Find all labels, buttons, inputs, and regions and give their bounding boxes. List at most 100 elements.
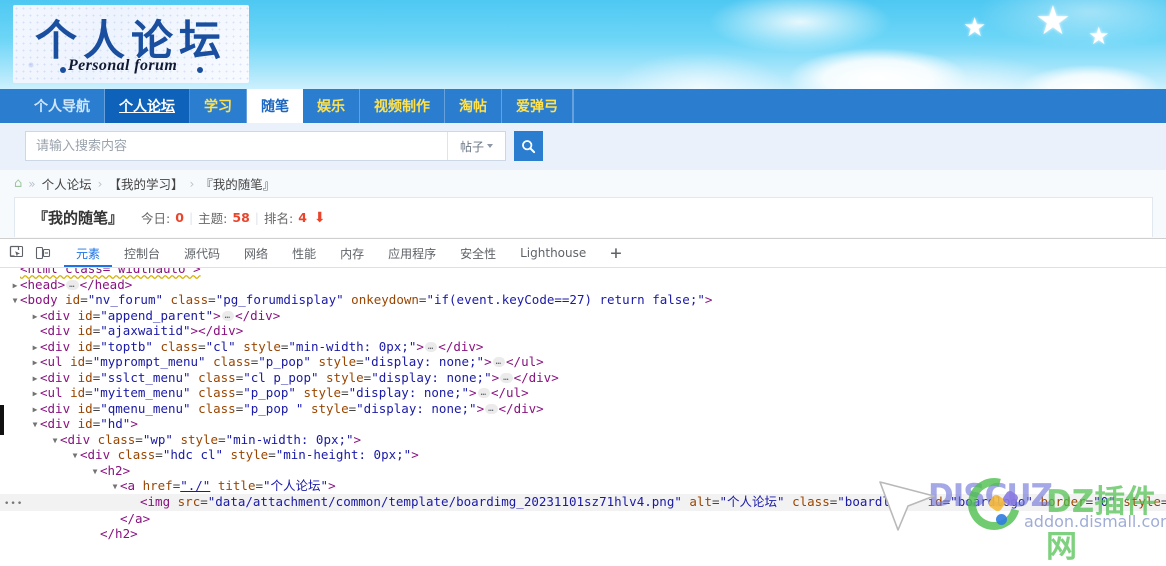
dom-node-myprompt-menu-text: <ul id="myprompt_menu" class="p_pop" sty… <box>40 354 492 369</box>
nav-item-taotie[interactable]: 淘帖 <box>445 89 502 123</box>
nav-item-shipinzhizuo[interactable]: 视频制作 <box>360 89 445 123</box>
ellipsis-badge[interactable]: … <box>485 403 498 414</box>
twisty-collapsed-icon[interactable]: ▶ <box>30 340 40 356</box>
main-navigation: 个人导航 个人论坛 学习 随笔 娱乐 视频制作 淘帖 爱弹弓 <box>0 89 1166 123</box>
dom-node-ajaxwaitid[interactable]: <div id="ajaxwaitid"></div> <box>0 323 1166 339</box>
twisty-collapsed-icon[interactable]: ▶ <box>30 402 40 418</box>
logo-dot-right <box>197 67 203 73</box>
ellipsis-badge[interactable]: … <box>492 357 506 367</box>
star-decoration: ★ <box>1088 23 1110 50</box>
tab-console[interactable]: 控制台 <box>112 239 172 267</box>
breadcrumb-item-category[interactable]: 【我的学习】 <box>108 174 183 193</box>
dom-node-head[interactable]: ▶ <head>… </head> <box>0 277 1166 293</box>
dom-node-append-parent[interactable]: ▶ <div id="append_parent">… </div> <box>0 308 1166 324</box>
twisty-collapsed-icon[interactable]: ▶ <box>30 371 40 387</box>
forum-title-bar: 『我的随笔』 今日: 0 | 主题: 58 | 排名: 4 ⬇ <box>14 197 1153 237</box>
dom-node-html[interactable]: <html class="widthauto"> <box>0 268 1166 277</box>
twisty-expanded-icon[interactable]: ▼ <box>10 293 20 309</box>
stat-divider: | <box>254 210 259 225</box>
twisty-collapsed-icon[interactable]: ▶ <box>30 386 40 402</box>
dom-node-qmenu-menu-close: </div> <box>498 400 544 416</box>
nav-item-gerendaohang[interactable]: 个人导航 <box>20 89 105 123</box>
tab-application[interactable]: 应用程序 <box>376 239 448 267</box>
dom-node-hdc-text: <div class="hdc cl" style="min-height: 0… <box>80 447 419 462</box>
site-logo[interactable]: 个人论坛 Personal forum <box>13 5 249 83</box>
forum-header-region: 『我的随笔』 今日: 0 | 主题: 58 | 排名: 4 ⬇ <box>0 197 1166 238</box>
nav-item-gerenluntan[interactable]: 个人论坛 <box>105 89 190 123</box>
dom-tree-scrollbar[interactable] <box>1159 268 1166 548</box>
star-decoration: ★ <box>1035 0 1071 43</box>
dom-node-myprompt-menu[interactable]: ▶ <ul id="myprompt_menu" class="p_pop" s… <box>0 354 1166 370</box>
twisty-expanded-icon[interactable]: ▼ <box>70 448 80 464</box>
twisty-expanded-icon[interactable]: ▼ <box>30 417 40 433</box>
dom-node-hdc[interactable]: ▼ <div class="hdc cl" style="min-height:… <box>0 447 1166 463</box>
tab-network[interactable]: 网络 <box>232 239 280 267</box>
ellipsis-badge[interactable]: … <box>477 388 490 398</box>
devtools-panel: 元素 控制台 源代码 网络 性能 内存 应用程序 安全性 Lighthouse … <box>0 238 1166 548</box>
stat-divider: | <box>188 210 194 225</box>
dom-node-h2-close-text: </h2> <box>100 526 138 541</box>
ellipsis-badge[interactable]: … <box>424 341 438 352</box>
home-icon[interactable]: ⌂ <box>14 176 22 191</box>
dom-node-myitem-menu[interactable]: ▶ <ul id="myitem_menu" class="p_pop" sty… <box>0 385 1166 401</box>
breadcrumb-item-current[interactable]: 『我的随笔』 <box>200 174 275 193</box>
dom-node-wp[interactable]: ▼ <div class="wp" style="min-width: 0px;… <box>0 432 1166 448</box>
nav-item-yule[interactable]: 娱乐 <box>303 89 360 123</box>
mouse-cursor-icon <box>879 481 935 531</box>
inspect-element-icon[interactable] <box>4 240 30 266</box>
dom-node-hd-text: <div id="hd"> <box>40 416 138 431</box>
down-arrow-icon: ⬇ <box>313 209 326 226</box>
ellipsis-badge[interactable]: … <box>66 279 79 290</box>
tab-elements[interactable]: 元素 <box>64 239 112 267</box>
device-toolbar-icon[interactable] <box>30 240 56 266</box>
search-input[interactable] <box>26 132 447 160</box>
dom-node-toptb-close: </div> <box>438 338 484 354</box>
stat-rank-label: 排名: <box>264 211 294 226</box>
dom-tree[interactable]: <html class="widthauto"> ▶ <head>… </head… <box>0 268 1166 548</box>
twisty-expanded-icon[interactable]: ▼ <box>90 464 100 480</box>
twisty-expanded-icon[interactable]: ▼ <box>50 433 60 449</box>
dom-node-anchor-close[interactable]: </a> <box>0 511 1166 527</box>
dom-node-qmenu-menu[interactable]: ▶ <div id="qmenu_menu" class="p_pop " st… <box>0 401 1166 417</box>
twisty-collapsed-icon[interactable]: ▶ <box>30 355 40 371</box>
dom-node-toptb[interactable]: ▶ <div id="toptb" class="cl" style="min-… <box>0 339 1166 355</box>
dom-node-myitem-menu-text: <ul id="myitem_menu" class="p_pop" style… <box>40 385 477 400</box>
ellipsis-badge[interactable]: … <box>500 372 513 383</box>
ellipsis-badge[interactable]: … <box>221 310 235 321</box>
twisty-collapsed-icon[interactable]: ▶ <box>30 309 40 325</box>
dom-node-anchor[interactable]: ▼ <a href="./" title="个人论坛"> <box>0 478 1166 494</box>
dom-node-hd[interactable]: ▼ <div id="hd"> <box>0 416 1166 432</box>
add-panel-button[interactable]: + <box>598 239 633 267</box>
dom-node-h2[interactable]: ▼ <h2> <box>0 463 1166 479</box>
breadcrumb-item-forum[interactable]: 个人论坛 <box>42 174 92 193</box>
dom-node-img-selected[interactable]: ••• <img src="data/attachment/common/tem… <box>0 493 1166 511</box>
dom-node-body[interactable]: ▼ <body id="nv_forum" class="pg_forumdis… <box>0 292 1166 308</box>
tab-sources[interactable]: 源代码 <box>172 239 232 267</box>
search-button[interactable] <box>514 131 543 161</box>
dom-node-sslct-menu[interactable]: ▶ <div id="sslct_menu" class="cl p_pop" … <box>0 370 1166 386</box>
tab-lighthouse[interactable]: Lighthouse <box>508 239 598 267</box>
nav-left-pad <box>0 89 20 123</box>
twisty-collapsed-icon[interactable]: ▶ <box>10 278 20 294</box>
tab-memory[interactable]: 内存 <box>328 239 376 267</box>
stat-threads-label: 主题: <box>198 211 228 226</box>
dom-node-body-text: <body id="nv_forum" class="pg_forumdispl… <box>20 292 713 307</box>
search-type-dropdown[interactable]: 帖子 <box>447 132 505 160</box>
breadcrumb-separator: › <box>97 176 103 191</box>
tab-security[interactable]: 安全性 <box>448 239 508 267</box>
stat-today-value: 0 <box>175 210 184 225</box>
nav-item-aidangong[interactable]: 爱弹弓 <box>502 89 573 123</box>
nav-item-xuexi[interactable]: 学习 <box>190 89 247 123</box>
stat-today-label: 今日: <box>141 211 171 226</box>
dom-node-html-text: <html class="widthauto"> <box>20 268 201 276</box>
logo-dot-left <box>60 67 66 73</box>
dom-breakpoint-marker <box>0 405 4 435</box>
tab-performance[interactable]: 性能 <box>280 239 328 267</box>
nav-item-suibi[interactable]: 随笔 <box>247 89 303 123</box>
dom-node-append-parent-text: <div id="append_parent"> <box>40 307 221 323</box>
search-box: 帖子 <box>25 131 506 161</box>
dom-node-img-text: <img src="data/attachment/common/templat… <box>140 493 1166 509</box>
dom-node-ajaxwaitid-text: <div id="ajaxwaitid"></div> <box>40 323 244 338</box>
dom-node-h2-close[interactable]: </h2> <box>0 526 1166 542</box>
twisty-expanded-icon[interactable]: ▼ <box>110 479 120 495</box>
